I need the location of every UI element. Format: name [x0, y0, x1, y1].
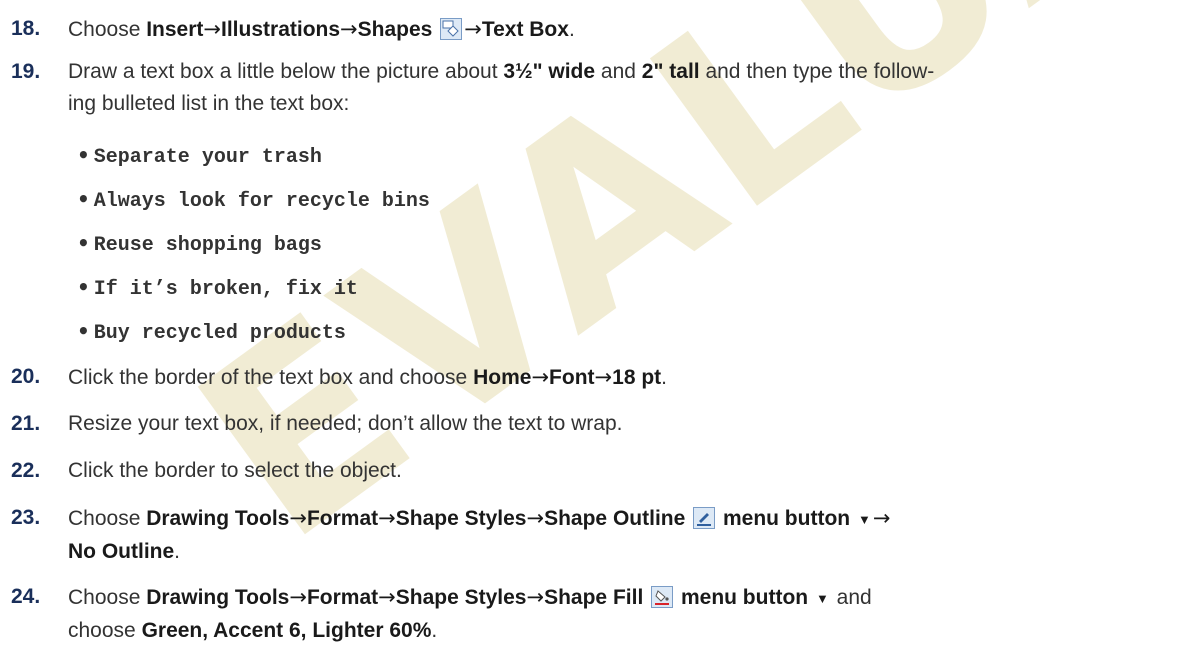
step-text: Choose Drawing Tools→Format→Shape Styles… [68, 585, 872, 642]
shape-fill-icon [651, 586, 674, 608]
shape-outline-icon [693, 507, 716, 529]
step-24: 24. Choose Drawing Tools→Format→Shape St… [11, 581, 872, 647]
list-item: • Buy recycled products [77, 319, 346, 345]
step-number: 22. [11, 459, 41, 482]
dropdown-arrow-icon: ▼ [857, 512, 871, 527]
arrow-glyph: → [464, 17, 482, 41]
step-number: 19. [11, 60, 41, 83]
step-18: 18. Choose Insert→Illustrations→Shapes →… [11, 13, 575, 46]
arrow-glyph: → [378, 585, 396, 609]
arrow-glyph: → [289, 506, 307, 530]
step-text: Choose Insert→Illustrations→Shapes →Text… [68, 17, 575, 41]
arrow-glyph: → [594, 365, 613, 389]
step-number: 20. [11, 365, 41, 388]
arrow-glyph: → [340, 17, 358, 41]
dropdown-arrow-icon: ▼ [815, 591, 829, 606]
step-number: 24. [11, 585, 41, 608]
list-item: • If it’s broken, fix it [77, 275, 358, 301]
list-item: • Always look for recycle bins [77, 187, 430, 213]
arrow-glyph: → [289, 585, 307, 609]
step-text: Resize your text box, if needed; don’t a… [68, 412, 623, 435]
step-text: Draw a text box a little below the pictu… [68, 60, 935, 115]
list-item: • Separate your trash [77, 143, 322, 169]
arrow-glyph: → [378, 506, 396, 530]
step-number: 23. [11, 506, 41, 529]
arrow-glyph: → [526, 506, 545, 530]
arrow-glyph: → [531, 365, 550, 389]
arrow-glyph: → [872, 506, 891, 530]
step-22: 22. Click the border to select the objec… [11, 455, 402, 487]
step-text: Click the border to select the object. [68, 459, 402, 482]
step-19: 19. Draw a text box a little below the p… [11, 56, 934, 120]
arrow-glyph: → [526, 585, 545, 609]
step-21: 21. Resize your text box, if needed; don… [11, 408, 622, 440]
step-20: 20. Click the border of the text box and… [11, 361, 667, 394]
step-23: 23. Choose Drawing Tools→Format→Shape St… [11, 502, 890, 568]
step-number: 18. [11, 17, 41, 40]
list-item: • Reuse shopping bags [77, 231, 322, 257]
arrow-glyph: → [203, 17, 222, 41]
step-text: Click the border of the text box and cho… [68, 365, 667, 389]
step-text: Choose Drawing Tools→Format→Shape Styles… [68, 506, 891, 563]
shapes-icon [440, 18, 463, 40]
step-number: 21. [11, 412, 41, 435]
